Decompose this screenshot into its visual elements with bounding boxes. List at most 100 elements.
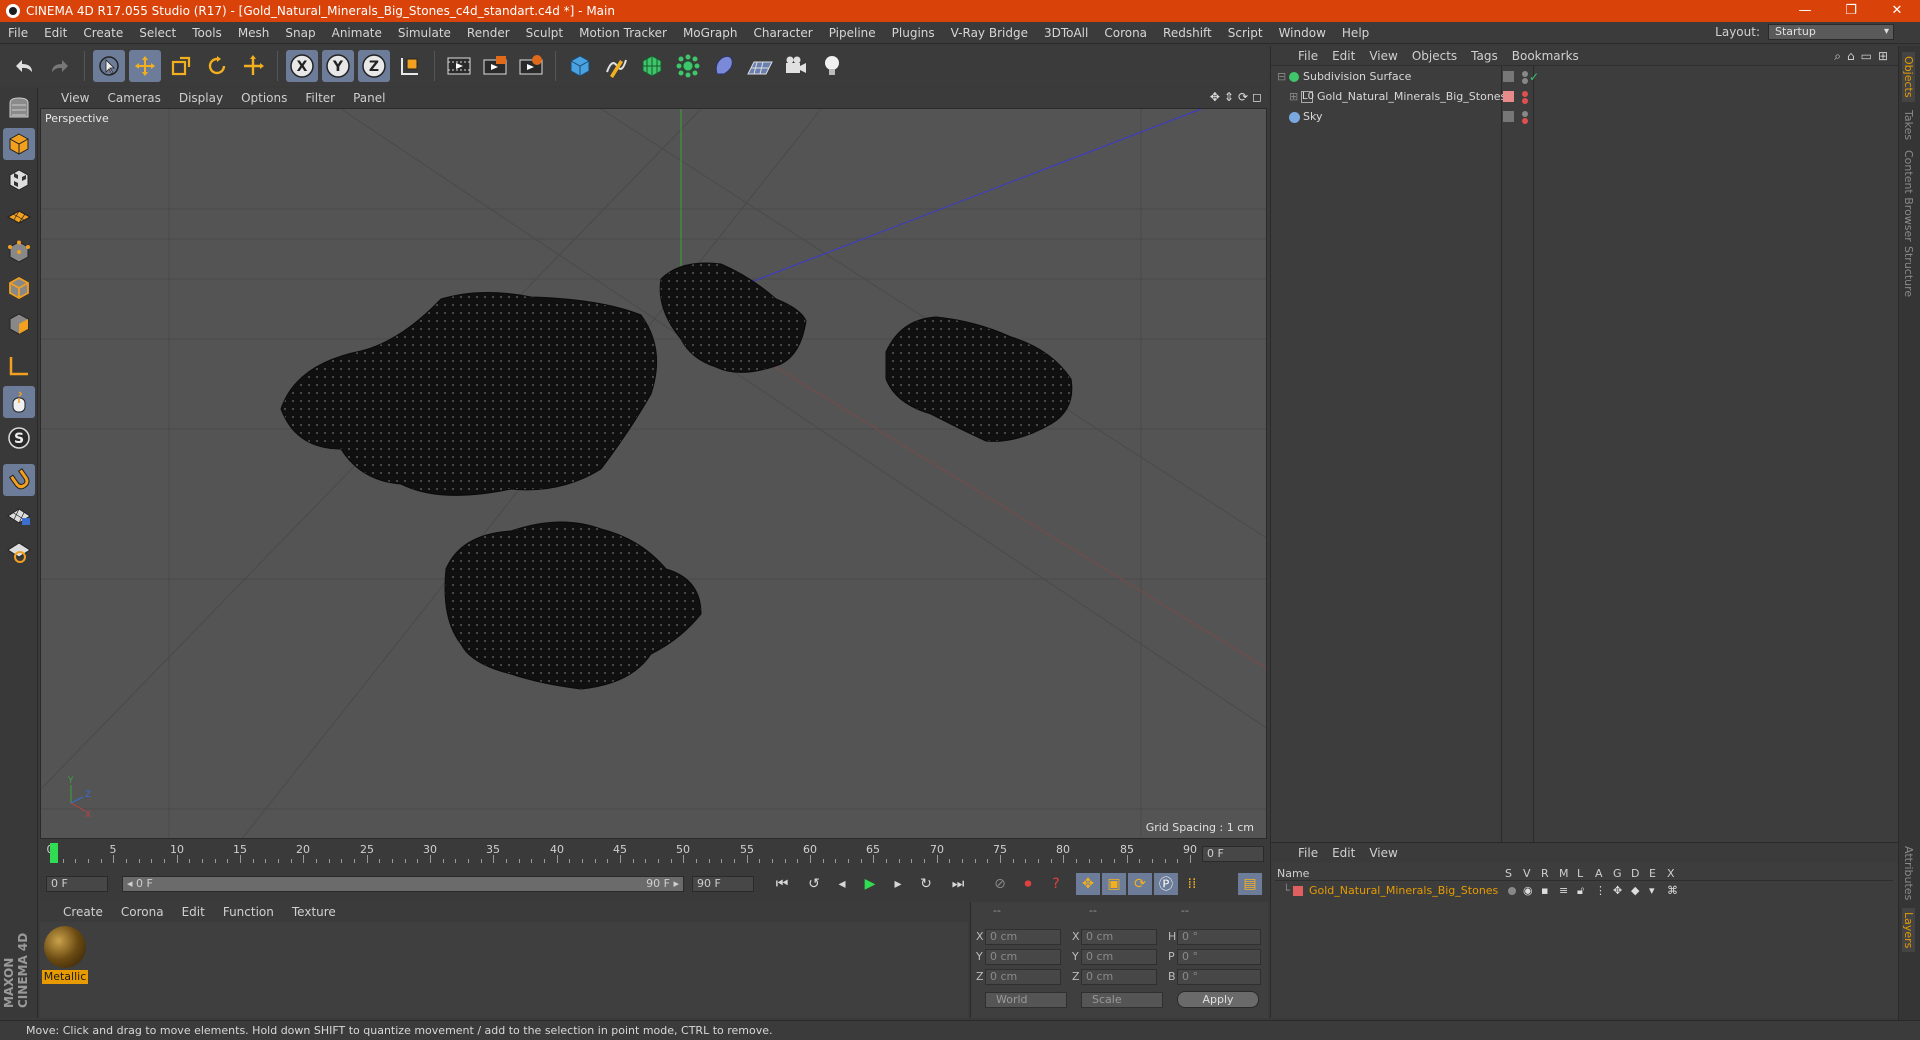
close-button[interactable]: ✕ (1874, 0, 1920, 22)
material-menu-corona[interactable]: Corona (112, 905, 173, 919)
layer-name[interactable]: Gold_Natural_Minerals_Big_Stones (1309, 883, 1498, 899)
render-visibility-icon[interactable] (1522, 118, 1528, 124)
coordinate-mode-select[interactable]: World (985, 992, 1067, 1008)
lock-icon[interactable]: 🔓︎ (1577, 883, 1584, 899)
material-menu-function[interactable]: Function (214, 905, 283, 919)
record-active-icon[interactable]: ⏺ (1016, 873, 1040, 895)
menu-mograph[interactable]: MoGraph (675, 26, 746, 40)
live-selection-icon[interactable] (93, 50, 125, 82)
menu-character[interactable]: Character (745, 26, 820, 40)
col-deformers[interactable]: D (1631, 867, 1639, 880)
menu-render[interactable]: Render (459, 26, 518, 40)
start-frame-field[interactable]: 0 F (46, 876, 108, 892)
light-icon[interactable] (816, 50, 848, 82)
timeline-ruler[interactable]: 051015202530354045505560657075808590 0 F (40, 841, 1268, 867)
material-metallic-preview[interactable] (44, 926, 86, 968)
tweak-mode-icon[interactable] (3, 386, 35, 418)
axis-mode-icon[interactable] (3, 350, 35, 382)
viewport-menu-view[interactable]: View (52, 91, 98, 105)
menu-mesh[interactable]: Mesh (230, 26, 278, 40)
tab-takes[interactable]: Takes (1902, 110, 1915, 140)
layer-color-icon[interactable] (1503, 91, 1514, 102)
tab-attributes[interactable]: Attributes (1902, 846, 1915, 900)
col-expressions[interactable]: E (1649, 867, 1656, 880)
rot-h-field[interactable]: 0 ° (1177, 929, 1261, 945)
key-parameter-icon[interactable]: Ⓟ (1154, 873, 1178, 895)
collapse-icon[interactable]: ⊟ (1277, 68, 1286, 86)
col-xref[interactable]: X (1667, 867, 1675, 880)
col-render[interactable]: R (1541, 867, 1549, 880)
om-menu-bookmarks[interactable]: Bookmarks (1505, 49, 1586, 63)
new-window-icon[interactable]: ⊞ (1878, 49, 1888, 64)
texture-mode-icon[interactable] (3, 164, 35, 196)
deformer-icon[interactable] (708, 50, 740, 82)
tab-content-browser[interactable]: Content Browser (1902, 150, 1915, 242)
menu-corona[interactable]: Corona (1096, 26, 1155, 40)
array-icon[interactable] (672, 50, 704, 82)
search-icon[interactable]: ⌕ (1834, 49, 1841, 64)
apply-button[interactable]: Apply (1177, 991, 1259, 1008)
size-x-field[interactable]: 0 cm (1081, 929, 1157, 945)
previous-frame-icon[interactable]: ◂ (830, 873, 854, 895)
size-z-field[interactable]: 0 cm (1081, 969, 1157, 985)
undo-icon[interactable] (8, 50, 40, 82)
menu-3dtoall[interactable]: 3DToAll (1036, 26, 1096, 40)
stone-right[interactable] (885, 316, 1073, 442)
z-axis-icon[interactable]: Z (358, 50, 390, 82)
tab-objects[interactable]: Objects (1902, 52, 1915, 102)
current-frame-field[interactable]: 0 F (1202, 846, 1264, 862)
redo-icon[interactable] (44, 50, 76, 82)
lm-menu-file[interactable]: File (1291, 846, 1325, 860)
timeline-window-icon[interactable]: ▤ (1238, 873, 1262, 895)
go-to-end-icon[interactable]: ⏭ (946, 873, 970, 895)
previous-key-icon[interactable]: ↺ (802, 873, 826, 895)
pos-y-field[interactable]: 0 cm (985, 949, 1061, 965)
key-scale-icon[interactable]: ▣ (1102, 873, 1126, 895)
maximize-view-icon[interactable]: ◻ (1252, 90, 1262, 104)
pan-view-icon[interactable]: ✥ (1210, 90, 1220, 104)
menu-sculpt[interactable]: Sculpt (518, 26, 571, 40)
material-menu-texture[interactable]: Texture (283, 905, 345, 919)
editor-visibility-icon[interactable] (1522, 71, 1528, 77)
render-visibility-icon[interactable] (1522, 78, 1528, 84)
rot-p-field[interactable]: 0 ° (1177, 949, 1261, 965)
lm-menu-edit[interactable]: Edit (1325, 846, 1362, 860)
y-axis-icon[interactable]: Y (322, 50, 354, 82)
viewport-menu-filter[interactable]: Filter (296, 91, 344, 105)
col-solo[interactable]: S (1505, 867, 1512, 880)
snap-icon[interactable]: S (3, 422, 35, 454)
tab-structure[interactable]: Structure (1902, 246, 1915, 297)
expression-icon[interactable]: ▾ (1649, 883, 1655, 899)
home-icon[interactable]: ⌂ (1847, 49, 1855, 64)
floor-icon[interactable] (744, 50, 776, 82)
pos-z-field[interactable]: 0 cm (985, 969, 1061, 985)
animation-icon[interactable]: ⋮ (1595, 883, 1606, 899)
layer-color-swatch[interactable] (1293, 886, 1303, 896)
menu-redshift[interactable]: Redshift (1155, 26, 1220, 40)
size-mode-select[interactable]: Scale (1081, 992, 1163, 1008)
xref-icon[interactable]: ⌘ (1667, 883, 1678, 899)
points-mode-icon[interactable] (3, 236, 35, 268)
editor-visibility-icon[interactable] (1522, 91, 1528, 97)
layer-color-icon[interactable] (1503, 71, 1514, 82)
model-mode-icon[interactable] (3, 128, 35, 160)
rotate-icon[interactable] (201, 50, 233, 82)
menu-snap[interactable]: Snap (277, 26, 323, 40)
viewport-menu-display[interactable]: Display (170, 91, 232, 105)
move-icon[interactable] (129, 50, 161, 82)
object-row-subdivision-surface[interactable]: ⊟ Subdivision Surface ✓ (1277, 68, 1889, 86)
material-metallic-label[interactable]: Metallic (42, 970, 88, 984)
filter-icon[interactable]: ▭ (1861, 49, 1872, 64)
cube-icon[interactable] (564, 50, 596, 82)
render-camera-icon[interactable]: ▪ (1541, 883, 1548, 899)
manager-icon[interactable]: ≡ (1559, 883, 1568, 899)
menu-motion-tracker[interactable]: Motion Tracker (571, 26, 675, 40)
viewport-menu-panel[interactable]: Panel (344, 91, 394, 105)
col-locked[interactable]: L (1577, 867, 1583, 880)
om-menu-tags[interactable]: Tags (1464, 49, 1505, 63)
subdivision-icon[interactable] (636, 50, 668, 82)
dolly-view-icon[interactable]: ⇕ (1224, 90, 1234, 104)
go-to-start-icon[interactable]: ⏮ (770, 873, 794, 895)
autokey-icon[interactable]: ? (1044, 873, 1068, 895)
coordinate-system-icon[interactable] (394, 50, 426, 82)
